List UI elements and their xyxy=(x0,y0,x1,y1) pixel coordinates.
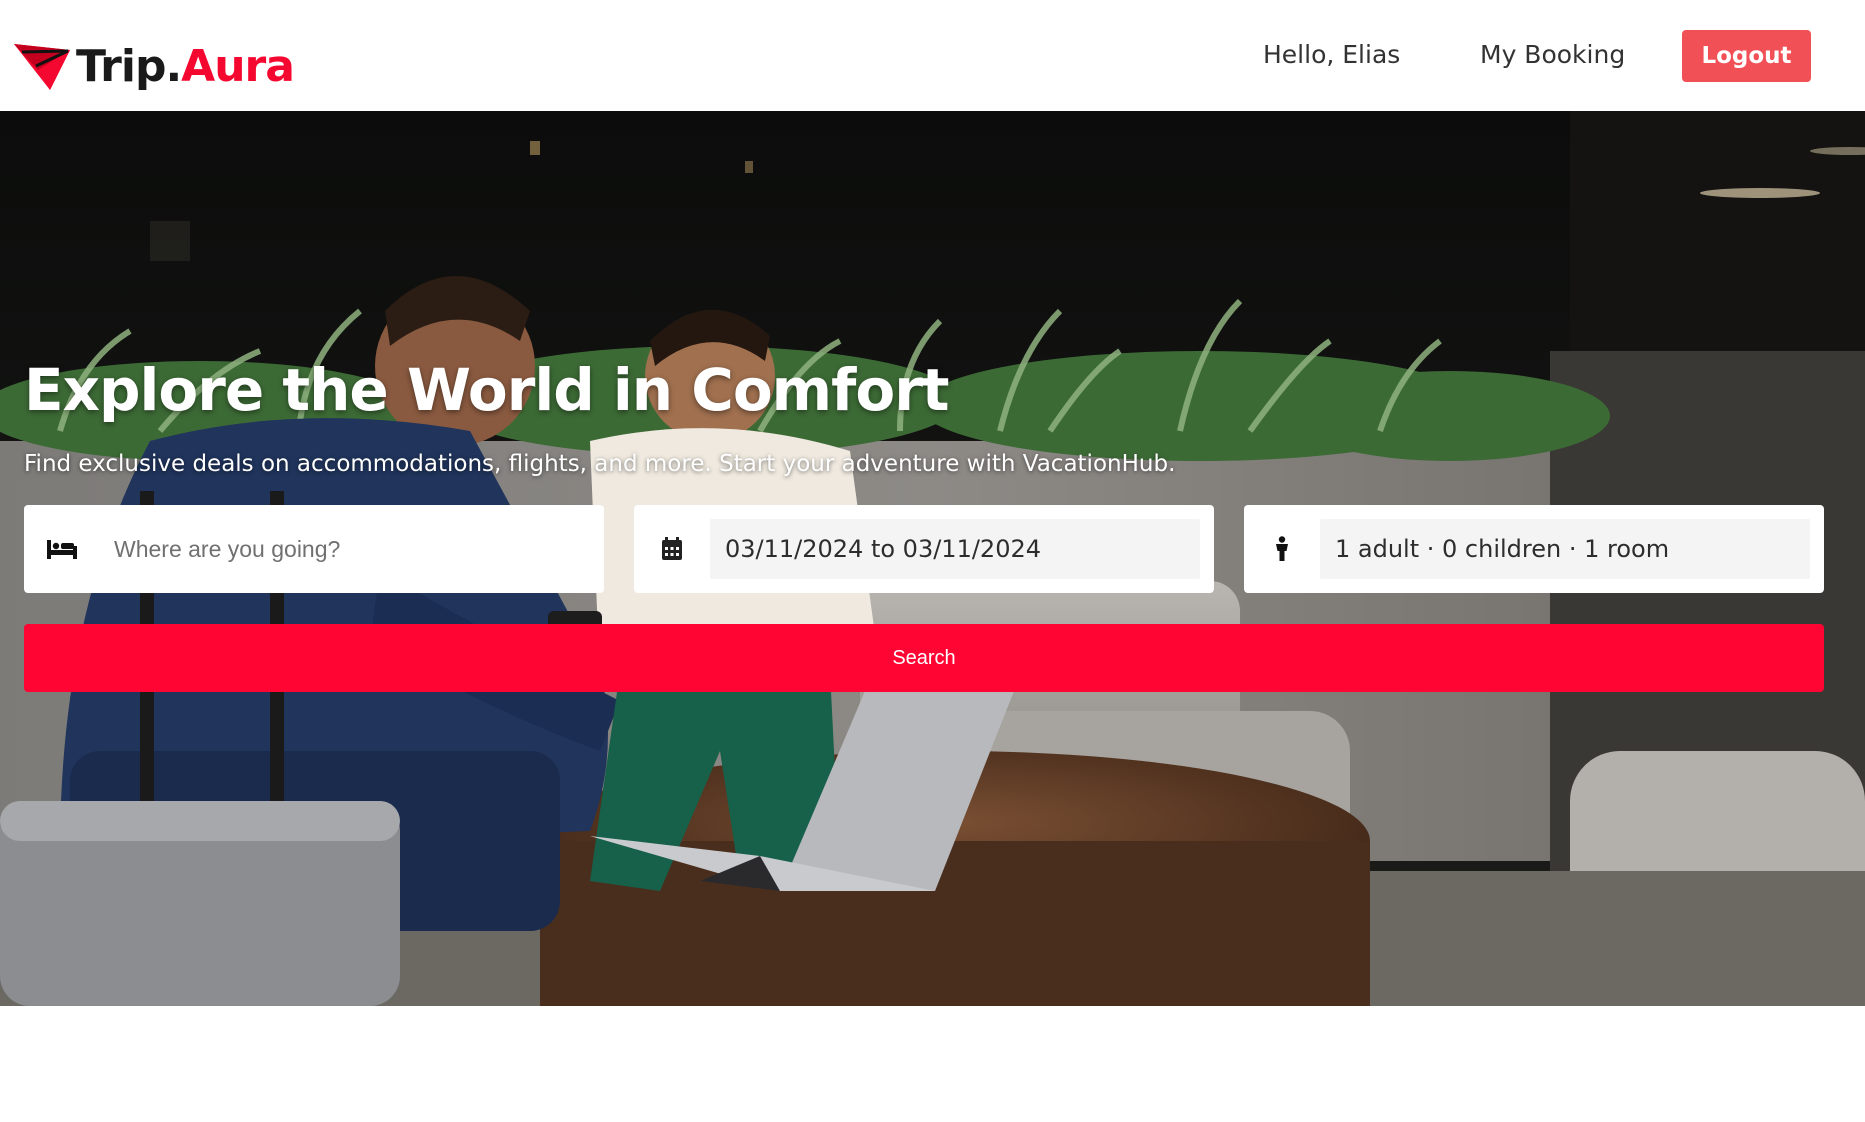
brand-name-accent: Aura xyxy=(181,40,295,92)
date-range-display[interactable]: 03/11/2024 to 03/11/2024 xyxy=(710,519,1200,579)
top-navbar: Trip.Aura Hello, Elias My Booking Logout xyxy=(0,0,1865,111)
user-greeting[interactable]: Hello, Elias xyxy=(1263,40,1400,69)
brand-name-main: Trip. xyxy=(76,40,182,92)
date-range-field[interactable]: 03/11/2024 to 03/11/2024 xyxy=(634,505,1214,593)
paper-plane-icon xyxy=(14,44,70,90)
person-icon xyxy=(1244,536,1320,562)
hero-title: Explore the World in Comfort xyxy=(24,356,950,424)
calendar-icon xyxy=(634,537,710,561)
brand-name: Trip.Aura xyxy=(76,40,295,92)
hero-subtitle: Find exclusive deals on accommodations, … xyxy=(24,451,1176,477)
guests-field[interactable]: 1 adult · 0 children · 1 room xyxy=(1244,505,1824,593)
destination-input[interactable] xyxy=(100,519,580,579)
brand-logo[interactable]: Trip.Aura xyxy=(14,38,295,94)
hero-section: Explore the World in Comfort Find exclus… xyxy=(0,111,1865,1006)
search-button[interactable]: Search xyxy=(24,624,1824,692)
destination-field[interactable] xyxy=(24,505,604,593)
my-booking-link[interactable]: My Booking xyxy=(1480,40,1625,69)
guests-display[interactable]: 1 adult · 0 children · 1 room xyxy=(1320,519,1810,579)
logout-button[interactable]: Logout xyxy=(1682,30,1811,82)
bed-icon xyxy=(24,538,100,560)
